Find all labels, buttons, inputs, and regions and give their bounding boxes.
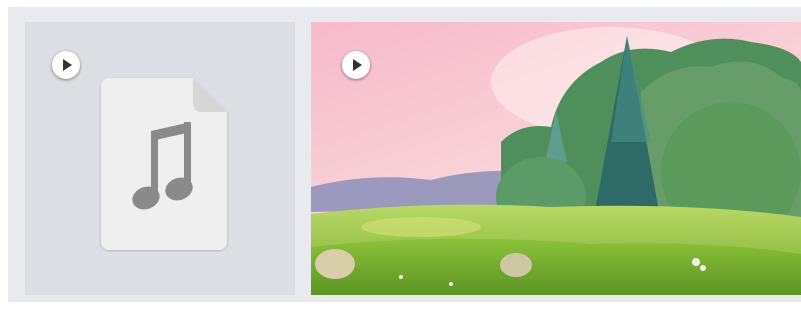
- video-thumbnail: [311, 22, 801, 295]
- play-icon: [63, 59, 72, 71]
- audio-file-icon: [101, 78, 227, 250]
- video-tile[interactable]: [311, 22, 801, 295]
- play-button[interactable]: [52, 51, 80, 79]
- play-icon: [353, 59, 362, 71]
- media-strip: [8, 7, 801, 302]
- play-button[interactable]: [342, 51, 370, 79]
- audio-tile[interactable]: [25, 22, 295, 295]
